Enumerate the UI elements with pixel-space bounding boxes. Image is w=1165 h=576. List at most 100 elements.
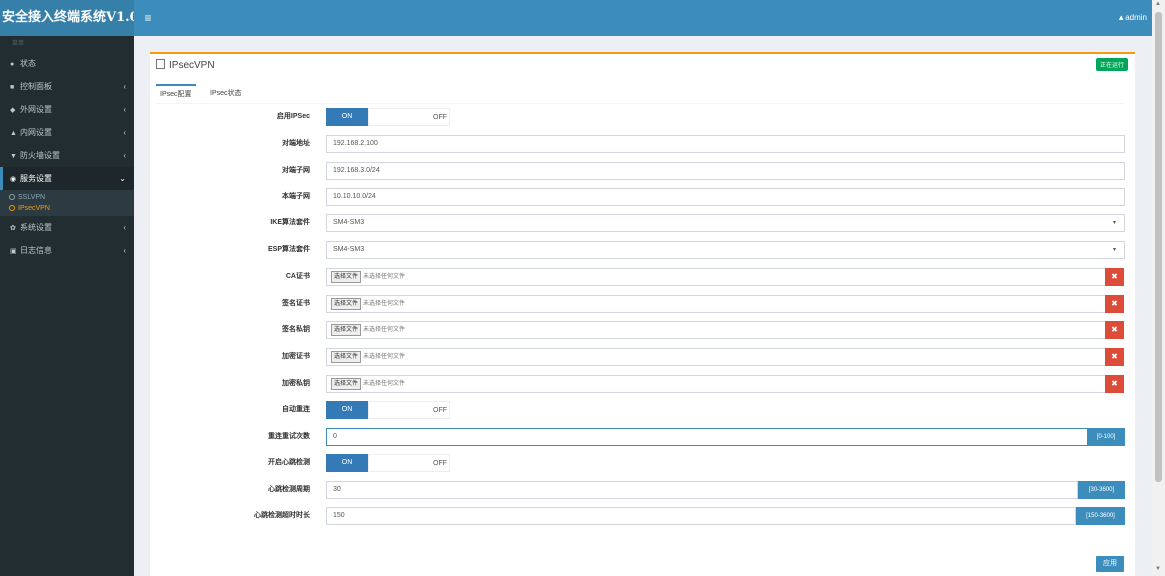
menu-toggle-icon[interactable]: ≡ xyxy=(140,0,156,36)
sign-key-file-input[interactable]: 选择文件 未选择任何文件 xyxy=(326,321,1107,339)
row-heartbeat: 开启心跳检测 ON OFF xyxy=(150,454,1135,472)
sidebar-item-system[interactable]: ✿ 系统设置 ‹ xyxy=(0,216,134,239)
field-label: 开启心跳检测 xyxy=(268,459,310,466)
shield-icon: ▼ xyxy=(10,153,17,160)
row-ike-suite: IKE算法套件 SM4-SM3 ▾ xyxy=(150,214,1135,232)
panel-title-text: IPsecVPN xyxy=(169,60,215,71)
field-label: ESP算法套件 xyxy=(267,246,310,253)
heartbeat-timeout-input[interactable]: 150 xyxy=(326,507,1076,525)
sidebar-item-status[interactable]: ● 状态 xyxy=(0,52,134,75)
row-sign-cert: 签名证书 选择文件 未选择任何文件 ✖ xyxy=(150,295,1135,313)
select-value: SM4-SM3 xyxy=(333,219,365,226)
delete-sign-key-button[interactable]: ✖ xyxy=(1105,321,1124,339)
row-enc-cert: 加密证书 选择文件 未选择任何文件 ✖ xyxy=(150,348,1135,366)
choose-file-button[interactable]: 选择文件 xyxy=(331,298,362,310)
delete-enc-cert-button[interactable]: ✖ xyxy=(1105,348,1124,366)
chevron-left-icon: ‹ xyxy=(123,105,126,114)
scrollbar-thumb[interactable] xyxy=(1155,12,1162,482)
chevron-left-icon: ‹ xyxy=(123,82,126,91)
sidebar-item-label: 系统设置 xyxy=(20,223,52,232)
globe-icon: ◆ xyxy=(10,107,16,114)
toggle-off[interactable]: OFF xyxy=(368,108,450,126)
chevron-left-icon: ‹ xyxy=(123,128,126,137)
gear-icon: ✿ xyxy=(10,225,16,232)
user-menu[interactable]: ▲admin xyxy=(1117,0,1147,36)
delete-ca-cert-button[interactable]: ✖ xyxy=(1105,268,1124,286)
field-label: IKE算法套件 xyxy=(270,219,310,226)
field-label: 本端子网 xyxy=(282,193,310,200)
sidebar-item-control-panel[interactable]: ■ 控制面板 ‹ xyxy=(0,75,134,98)
enc-key-file-input[interactable]: 选择文件 未选择任何文件 xyxy=(326,375,1107,393)
submenu-item-sslvpn[interactable]: SSLVPN xyxy=(0,192,134,203)
circle-icon xyxy=(9,194,15,200)
enable-ipsec-toggle[interactable]: ON OFF xyxy=(326,108,450,126)
file-status: 未选择任何文件 xyxy=(363,301,406,307)
submenu-label: IPsecVPN xyxy=(18,205,50,212)
choose-file-button[interactable]: 选择文件 xyxy=(331,378,362,390)
heartbeat-interval-input[interactable]: 30 xyxy=(326,481,1078,499)
field-label: 重连重试次数 xyxy=(268,433,310,440)
toggle-off[interactable]: OFF xyxy=(368,401,450,419)
toggle-on[interactable]: ON xyxy=(326,401,368,419)
toggle-on[interactable]: ON xyxy=(326,108,368,126)
field-label: 对端地址 xyxy=(282,140,310,147)
range-hint: [0-100] xyxy=(1087,428,1125,446)
esp-suite-select[interactable]: SM4-SM3 ▾ xyxy=(326,241,1125,259)
file-status: 未选择任何文件 xyxy=(363,354,406,360)
sidebar-item-wan[interactable]: ◆ 外网设置 ‹ xyxy=(0,98,134,121)
page-scrollbar[interactable]: ▲ ▼ xyxy=(1152,0,1165,576)
sidebar-item-label: 日志信息 xyxy=(20,246,52,255)
peer-address-input[interactable]: 192.168.2.100 xyxy=(326,135,1125,153)
ca-cert-file-input[interactable]: 选择文件 未选择任何文件 xyxy=(326,268,1107,286)
tab-ipsec-status[interactable]: IPsec状态 xyxy=(206,84,246,104)
ike-suite-select[interactable]: SM4-SM3 ▾ xyxy=(326,214,1125,232)
choose-file-button[interactable]: 选择文件 xyxy=(331,324,362,336)
enc-cert-file-input[interactable]: 选择文件 未选择任何文件 xyxy=(326,348,1107,366)
chevron-down-icon: ▾ xyxy=(1112,247,1116,253)
row-ca-cert: CA证书 选择文件 未选择任何文件 ✖ xyxy=(150,268,1135,286)
delete-enc-key-button[interactable]: ✖ xyxy=(1105,375,1124,393)
sitemap-icon: ▲ xyxy=(10,130,17,137)
scroll-up-icon[interactable]: ▲ xyxy=(1155,1,1161,7)
row-local-subnet: 本端子网 10.10.10.0/24 xyxy=(150,188,1135,206)
app-logo[interactable]: 安全接入终端系统V1.0 xyxy=(0,0,134,36)
select-value: SM4-SM3 xyxy=(333,246,365,253)
sidebar-item-firewall[interactable]: ▼ 防火墙设置 ‹ xyxy=(0,144,134,167)
row-sign-key: 签名私钥 选择文件 未选择任何文件 ✖ xyxy=(150,321,1135,339)
row-heartbeat-interval: 心跳检测周期 30 [30-3600] xyxy=(150,481,1135,499)
top-navbar: 安全接入终端系统V1.0 ≡ ▲admin xyxy=(0,0,1153,36)
tab-ipsec-config[interactable]: IPsec配置 xyxy=(156,84,196,104)
circle-icon xyxy=(9,205,15,211)
sidebar-item-services[interactable]: ◉ 服务设置 ⌄ xyxy=(0,167,134,190)
retry-count-input[interactable]: 0 xyxy=(326,428,1089,446)
delete-sign-cert-button[interactable]: ✖ xyxy=(1105,295,1124,313)
auto-reconnect-toggle[interactable]: ON OFF xyxy=(326,401,450,419)
scroll-down-icon[interactable]: ▼ xyxy=(1155,566,1161,572)
field-label: 签名私钥 xyxy=(282,326,310,333)
panel-title: IPsecVPN xyxy=(156,58,215,74)
row-enable-ipsec: 启用IPSec ON OFF xyxy=(150,108,1135,126)
toggle-off[interactable]: OFF xyxy=(368,454,450,472)
file-status: 未选择任何文件 xyxy=(363,381,406,387)
apply-button[interactable]: 应用 xyxy=(1096,556,1124,572)
chevron-left-icon: ‹ xyxy=(123,151,126,160)
sign-cert-file-input[interactable]: 选择文件 未选择任何文件 xyxy=(326,295,1107,313)
field-label: 心跳检测周期 xyxy=(268,486,310,493)
peer-subnet-input[interactable]: 192.168.3.0/24 xyxy=(326,162,1125,180)
sidebar-item-lan[interactable]: ▲ 内网设置 ‹ xyxy=(0,121,134,144)
services-submenu: SSLVPN IPsecVPN xyxy=(0,190,134,216)
sidebar-item-label: 控制面板 xyxy=(20,82,52,91)
field-label: CA证书 xyxy=(285,273,310,280)
heartbeat-toggle[interactable]: ON OFF xyxy=(326,454,450,472)
chevron-left-icon: ‹ xyxy=(123,246,126,255)
range-hint: [30-3600] xyxy=(1078,481,1125,499)
field-label: 签名证书 xyxy=(282,300,310,307)
field-label: 对端子网 xyxy=(282,167,310,174)
toggle-on[interactable]: ON xyxy=(326,454,368,472)
choose-file-button[interactable]: 选择文件 xyxy=(331,351,362,363)
local-subnet-input[interactable]: 10.10.10.0/24 xyxy=(326,188,1125,206)
choose-file-button[interactable]: 选择文件 xyxy=(331,271,362,283)
submenu-item-ipsecvpn[interactable]: IPsecVPN xyxy=(0,203,134,214)
sidebar-item-logs[interactable]: ▣ 日志信息 ‹ xyxy=(0,239,134,262)
row-auto-reconnect: 自动重连 ON OFF xyxy=(150,401,1135,419)
